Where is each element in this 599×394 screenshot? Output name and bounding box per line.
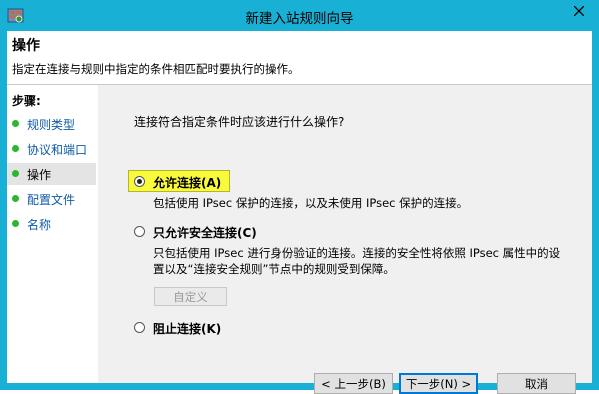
allow-connection-radio[interactable] bbox=[134, 176, 145, 187]
block-connection-radio[interactable] bbox=[134, 322, 145, 333]
allow-secure-desc-line2: 置以及“连接安全规则”节点中的规则受到保障。 bbox=[153, 262, 395, 276]
action-question: 连接符合指定条件时应该进行什么操作? bbox=[134, 115, 345, 129]
step-label: 规则类型 bbox=[27, 118, 76, 132]
step-label: 名称 bbox=[27, 218, 52, 232]
step-profile[interactable]: 配置文件 bbox=[7, 188, 96, 210]
wizard-client-area: 操作 指定在连接与规则中指定的条件相匹配时要执行的操作。 步骤: 规则类型 协议… bbox=[7, 31, 592, 394]
next-button[interactable]: 下一步(N) > bbox=[399, 373, 478, 394]
page-description: 指定在连接与规则中指定的条件相匹配时要执行的操作。 bbox=[12, 62, 300, 76]
allow-connection-label[interactable]: 允许连接(A) bbox=[153, 174, 221, 191]
allow-secure-radio[interactable] bbox=[134, 226, 145, 237]
step-label: 配置文件 bbox=[27, 193, 76, 207]
allow-secure-label[interactable]: 只允许安全连接(C) bbox=[153, 224, 257, 241]
step-bullet-icon bbox=[12, 120, 19, 127]
page-header: 操作 指定在连接与规则中指定的条件相匹配时要执行的操作。 bbox=[7, 31, 592, 85]
back-button[interactable]: < 上一步(B) bbox=[314, 373, 393, 394]
step-protocol-port[interactable]: 协议和端口 bbox=[7, 138, 96, 160]
step-bullet-icon bbox=[12, 195, 19, 202]
step-bullet-icon bbox=[12, 145, 19, 152]
step-label: 协议和端口 bbox=[27, 143, 88, 157]
step-rule-type[interactable]: 规则类型 bbox=[7, 113, 96, 135]
steps-panel: 步骤: 规则类型 协议和端口 操作 配置文件 名称 bbox=[7, 85, 98, 383]
block-connection-label[interactable]: 阻止连接(K) bbox=[153, 320, 221, 337]
window-title: 新建入站规则向导 bbox=[245, 11, 354, 27]
close-icon bbox=[573, 5, 585, 19]
close-button[interactable] bbox=[564, 2, 594, 22]
allow-secure-desc-line1: 只包括使用 IPsec 进行身份验证的连接。连接的安全性将依照 IPsec 属性… bbox=[153, 246, 561, 260]
wizard-window: 新建入站规则向导 操作 指定在连接与规则中指定的条件相匹配时要执行的操作。 步骤… bbox=[0, 0, 599, 394]
step-label: 操作 bbox=[27, 168, 52, 182]
step-bullet-icon bbox=[12, 220, 19, 227]
cancel-button[interactable]: 取消 bbox=[497, 373, 576, 394]
step-action[interactable]: 操作 bbox=[7, 163, 96, 185]
page-title: 操作 bbox=[12, 38, 40, 54]
steps-title: 步骤: bbox=[12, 94, 41, 108]
step-name[interactable]: 名称 bbox=[7, 213, 96, 235]
customize-button[interactable]: 自定义 bbox=[154, 287, 227, 306]
title-bar[interactable]: 新建入站规则向导 bbox=[1, 1, 598, 31]
step-bullet-icon bbox=[12, 170, 19, 177]
main-content: 连接符合指定条件时应该进行什么操作? 允许连接(A) 包括使用 IPsec 保护… bbox=[99, 85, 592, 394]
allow-connection-desc: 包括使用 IPsec 保护的连接，以及未使用 IPsec 保护的连接。 bbox=[153, 196, 469, 210]
